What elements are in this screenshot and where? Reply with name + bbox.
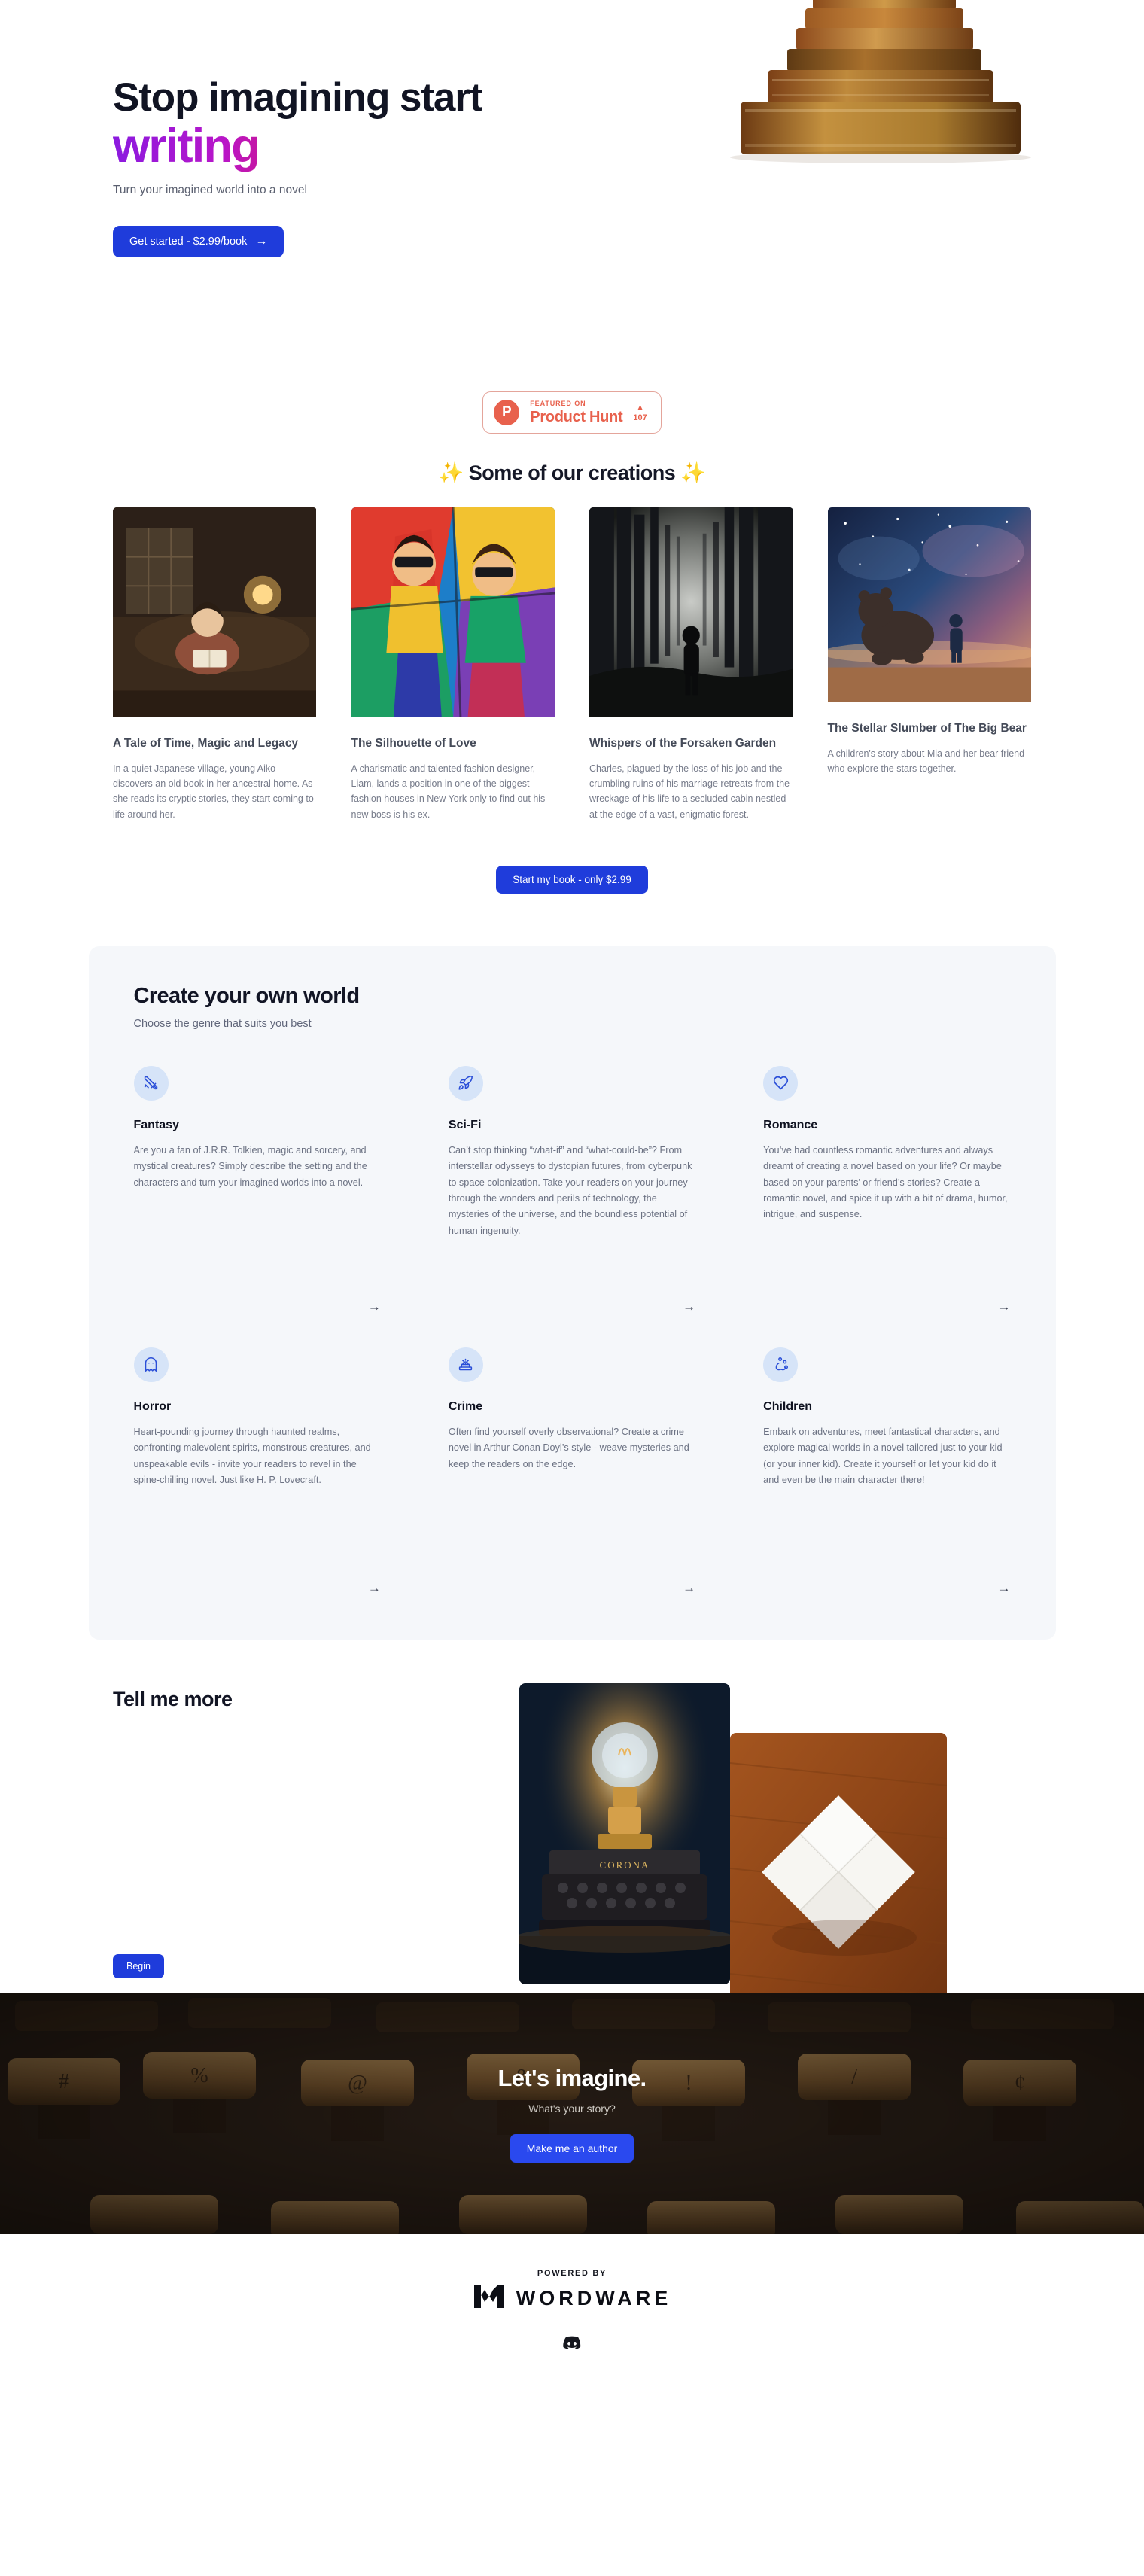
genre-card-scifi[interactable]: Sci-Fi Can’t stop thinking “what-if” and… bbox=[448, 1065, 695, 1314]
creations-heading: ✨ Some of our creations ✨ bbox=[438, 461, 706, 484]
tell-me-more-section: Tell me more CORONA Begin bbox=[113, 1640, 1031, 2011]
rocket-icon bbox=[448, 1065, 483, 1101]
page-title: Stop imagining start writing bbox=[113, 75, 625, 172]
crossed-swords-icon bbox=[133, 1065, 169, 1101]
genre-name: Romance bbox=[763, 1118, 818, 1131]
typewriter-lightbulb-image: CORONA bbox=[519, 1682, 730, 1984]
bear-and-child-starry-night-beach bbox=[827, 507, 1031, 702]
genre-description: Embark on adventures, meet fantastical c… bbox=[763, 1426, 1003, 1485]
product-hunt-badge[interactable]: P FEATURED ON Product Hunt ▲ 107 bbox=[482, 391, 662, 434]
footer: POWERED BY WORDWARE bbox=[0, 2233, 1144, 2386]
folded-white-paper-on-wooden-desk bbox=[730, 1732, 947, 2011]
upvote-triangle-icon: ▲ bbox=[635, 402, 645, 413]
product-hunt-name: Product Hunt bbox=[530, 409, 623, 425]
creation-card[interactable]: Whispers of the Forsaken Garden Charles,… bbox=[589, 507, 793, 822]
discord-icon bbox=[563, 2336, 581, 2349]
final-cta-heading: Let's imagine. bbox=[497, 2064, 647, 2091]
powered-by-label: POWERED BY bbox=[537, 2268, 607, 2278]
hero-section: Stop imagining start writing Turn your i… bbox=[0, 0, 1144, 361]
begin-button[interactable]: Begin bbox=[113, 1953, 164, 1978]
genre-description: Often find yourself overly observational… bbox=[448, 1426, 689, 1469]
tell-me-more-images: CORONA bbox=[504, 1682, 956, 2011]
creations-grid: A Tale of Time, Magic and Legacy In a qu… bbox=[113, 507, 1031, 822]
arrow-right-icon[interactable]: → bbox=[683, 1569, 695, 1596]
dark-forest-silhouette-figure bbox=[589, 507, 793, 717]
genre-description: Are you a fan of J.R.R. Tolkien, magic a… bbox=[133, 1144, 367, 1188]
police-siren-icon bbox=[448, 1347, 483, 1382]
creation-description: In a quiet Japanese village, young Aiko … bbox=[113, 763, 314, 820]
creation-description: A children's story about Mia and her bea… bbox=[827, 748, 1025, 775]
creation-title: Whispers of the Forsaken Garden bbox=[589, 737, 777, 750]
genre-name: Children bbox=[763, 1399, 813, 1413]
creation-card[interactable]: The Silhouette of Love A charismatic and… bbox=[351, 507, 555, 822]
colorful-cubist-fashion-couple-illustration bbox=[351, 507, 555, 717]
landing-page: Stop imagining start writing Turn your i… bbox=[0, 0, 1144, 2386]
creation-title: The Silhouette of Love bbox=[351, 737, 476, 750]
genre-card-children[interactable]: Children Embark on adventures, meet fant… bbox=[763, 1347, 1011, 1596]
genre-name: Horror bbox=[133, 1399, 172, 1413]
product-hunt-votes: ▲ 107 bbox=[633, 403, 647, 422]
genre-card-horror[interactable]: Horror Heart-pounding journey through ha… bbox=[133, 1347, 381, 1596]
genres-heading: Create your own world bbox=[133, 983, 361, 1008]
arrow-right-icon: → bbox=[255, 234, 268, 248]
creation-cover-image bbox=[827, 507, 1032, 709]
creation-card[interactable]: A Tale of Time, Magic and Legacy In a qu… bbox=[113, 507, 317, 822]
heart-icon bbox=[763, 1065, 799, 1101]
folded-paper-image bbox=[730, 1732, 947, 2011]
genre-card-crime[interactable]: Crime Often find yourself overly observa… bbox=[448, 1347, 695, 1596]
genre-description: Heart-pounding journey through haunted r… bbox=[133, 1426, 371, 1485]
arrow-right-icon[interactable]: → bbox=[368, 1287, 381, 1314]
get-started-label: Get started - $2.99/book bbox=[129, 235, 248, 248]
creation-title: A Tale of Time, Magic and Legacy bbox=[113, 737, 299, 750]
arrow-right-icon[interactable]: → bbox=[368, 1569, 381, 1596]
vintage-corona-typewriter-with-lightbulb: CORONA bbox=[519, 1682, 730, 1984]
genre-name: Fantasy bbox=[133, 1118, 179, 1131]
creation-cover-image bbox=[589, 507, 793, 724]
creation-cover-image bbox=[351, 507, 555, 724]
wordware-logo-icon bbox=[473, 2284, 506, 2313]
final-cta-section: #%@ &!/¢ bbox=[0, 1993, 1144, 2234]
creation-title: The Stellar Slumber of The Big Bear bbox=[827, 722, 1027, 735]
genres-section: Create your own world Choose the genre t… bbox=[88, 945, 1056, 1640]
genre-description: You’ve had countless romantic adventures… bbox=[763, 1144, 1008, 1220]
arrow-right-icon[interactable]: → bbox=[998, 1287, 1011, 1314]
arrow-right-icon[interactable]: → bbox=[998, 1569, 1011, 1596]
creation-cover-image bbox=[113, 507, 317, 724]
creation-description: Charles, plagued by the loss of his job … bbox=[589, 763, 790, 820]
japanese-girl-reading-book-illustration bbox=[113, 507, 317, 717]
product-hunt-logo-icon: P bbox=[494, 400, 520, 425]
upvote-count: 107 bbox=[633, 413, 647, 422]
genres-grid: Fantasy Are you a fan of J.R.R. Tolkien,… bbox=[133, 1065, 1011, 1596]
genre-name: Sci-Fi bbox=[448, 1118, 482, 1131]
product-hunt-kicker: FEATURED ON bbox=[530, 400, 586, 407]
book-stack-image bbox=[723, 0, 1144, 230]
creation-card[interactable]: The Stellar Slumber of The Big Bear A ch… bbox=[827, 507, 1032, 822]
get-started-button[interactable]: Get started - $2.99/book → bbox=[113, 225, 284, 257]
paw-print-icon bbox=[763, 1347, 799, 1382]
wordware-brand-name: WORDWARE bbox=[516, 2286, 672, 2310]
start-my-book-button[interactable]: Start my book - only $2.99 bbox=[496, 865, 648, 894]
final-cta-subheading: What's your story? bbox=[528, 2102, 616, 2115]
arrow-right-icon[interactable]: → bbox=[683, 1287, 695, 1314]
books-illustration bbox=[730, 0, 1031, 163]
genres-subheading: Choose the genre that suits you best bbox=[133, 1017, 312, 1030]
ghost-icon bbox=[133, 1347, 169, 1382]
wordware-mark bbox=[473, 2285, 504, 2308]
hero-title-highlight: writing bbox=[113, 120, 625, 172]
genre-name: Crime bbox=[448, 1399, 483, 1413]
make-me-an-author-button[interactable]: Make me an author bbox=[510, 2133, 634, 2163]
genre-description: Can’t stop thinking “what-if” and “what-… bbox=[448, 1144, 692, 1236]
genre-card-fantasy[interactable]: Fantasy Are you a fan of J.R.R. Tolkien,… bbox=[133, 1065, 381, 1314]
hero-title-line1: Stop imagining start bbox=[113, 75, 482, 120]
svg-text:CORONA: CORONA bbox=[600, 1859, 650, 1871]
creations-section: ✨ Some of our creations ✨ A Tale of Time… bbox=[0, 447, 1144, 946]
genre-card-romance[interactable]: Romance You’ve had countless romantic ad… bbox=[763, 1065, 1011, 1314]
product-hunt-section: P FEATURED ON Product Hunt ▲ 107 bbox=[0, 361, 1144, 447]
discord-link[interactable] bbox=[563, 2336, 581, 2350]
creation-description: A charismatic and talented fashion desig… bbox=[351, 763, 546, 820]
